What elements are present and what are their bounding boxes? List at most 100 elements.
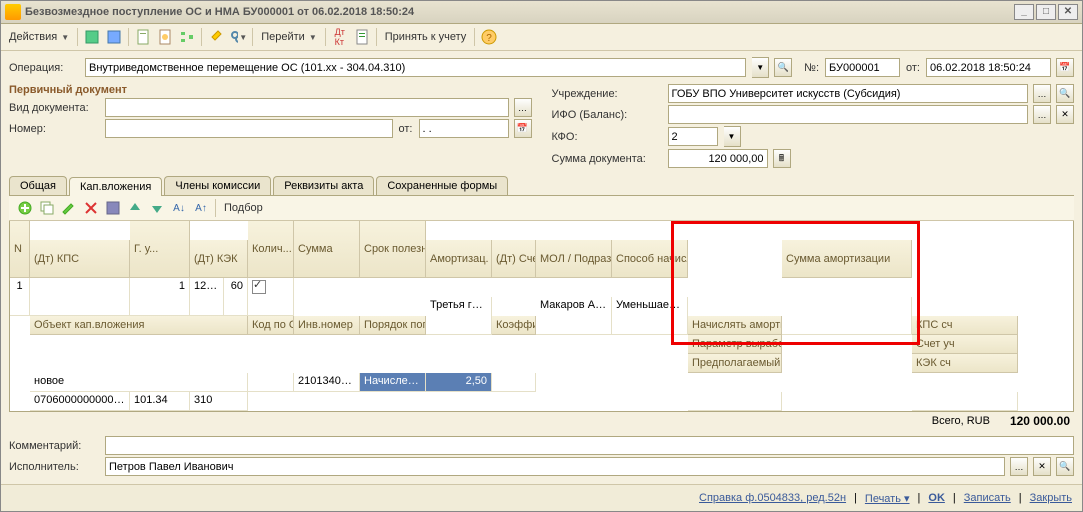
ifo-input[interactable] <box>668 105 1029 124</box>
cell-srok[interactable]: 60 <box>224 278 248 316</box>
post-icon[interactable] <box>82 27 102 47</box>
cell-mol[interactable]: Макаров А. Г. - Склад <box>536 297 612 335</box>
col-obj[interactable]: Объект кап.вложения <box>30 316 248 335</box>
goto-menu[interactable]: Перейти ▼ <box>257 31 321 43</box>
cell-kpssch[interactable] <box>492 373 536 392</box>
col-amgrp[interactable]: Амортизац. группа <box>426 240 492 278</box>
date-picker-icon[interactable]: 📅 <box>1056 58 1074 77</box>
minimize-button[interactable]: _ <box>1014 4 1034 20</box>
kfo-input[interactable]: 2 <box>668 127 718 146</box>
copy-row-icon[interactable] <box>37 198 57 218</box>
dtkt-icon[interactable]: ДтКт <box>330 27 350 47</box>
docsum-calc-icon[interactable]: 🖩 <box>773 149 791 168</box>
col-koef[interactable]: Коэффициент ускорения <box>492 316 536 335</box>
accept-button[interactable]: Принять к учету <box>381 31 471 43</box>
cell-sumam[interactable] <box>782 297 912 335</box>
date-input[interactable]: 06.02.2018 18:50:24 <box>926 58 1051 77</box>
performer-select-icon[interactable]: … <box>1010 457 1028 476</box>
doc2-icon[interactable] <box>155 27 175 47</box>
col-mol[interactable]: МОЛ / Подразделе... <box>536 240 612 278</box>
cell-kol[interactable]: 1 <box>130 278 190 316</box>
cell-nachisl[interactable] <box>248 278 294 316</box>
cell-kps[interactable]: 07060000000000... <box>30 392 130 411</box>
cell-sum[interactable]: 120 000,00 <box>190 278 224 316</box>
cell-sposob[interactable]: Уменьшаемого остатка <box>612 297 688 335</box>
maximize-button[interactable]: □ <box>1036 4 1056 20</box>
performer-search-icon[interactable]: 🔍 <box>1056 457 1074 476</box>
cell-okof[interactable] <box>248 373 294 392</box>
cell-obj[interactable]: новое <box>30 373 248 392</box>
col-poryadok[interactable]: Порядок погаше... <box>360 316 426 335</box>
ok-button[interactable]: OK <box>928 492 945 504</box>
col-param[interactable]: Параметр выработки <box>688 335 782 354</box>
delete-row-icon[interactable] <box>81 198 101 218</box>
close-button[interactable]: ✕ <box>1058 4 1078 20</box>
actions-menu[interactable]: Действия ▼ <box>5 31 73 43</box>
doc-number-input[interactable] <box>105 119 393 138</box>
sort-asc-icon[interactable]: А↓ <box>169 198 189 218</box>
col-okof[interactable]: Код по ОК... <box>248 316 294 335</box>
cell-amgrp[interactable]: Третья группа ... <box>426 297 492 335</box>
operation-dropdown-icon[interactable]: ▼ <box>752 57 769 78</box>
grid[interactable]: N Объект кап.вложения Г. у... Колич... С… <box>9 221 1074 412</box>
attach-icon[interactable] <box>206 27 226 47</box>
cell-param[interactable] <box>688 392 782 411</box>
report-icon[interactable] <box>352 27 372 47</box>
performer-clear-icon[interactable]: ✕ <box>1033 457 1051 476</box>
doc-date-picker-icon[interactable]: 📅 <box>514 119 532 138</box>
doc-type-input[interactable] <box>105 98 509 117</box>
ifo-clear-icon[interactable]: ✕ <box>1056 105 1074 124</box>
cell-koef[interactable]: 2,50 <box>426 373 492 392</box>
add-row-icon[interactable] <box>15 198 35 218</box>
podbor-button[interactable]: Подбор <box>220 202 267 214</box>
move-down-icon[interactable] <box>147 198 167 218</box>
cell-poryadok[interactable]: Начисление ам... <box>360 373 426 392</box>
cell-kek[interactable]: 310 <box>190 392 248 411</box>
col-kolich[interactable]: Колич... <box>248 221 294 278</box>
tree-icon[interactable] <box>177 27 197 47</box>
reference-link[interactable]: Справка ф.0504833, ред.52н <box>699 492 846 504</box>
col-dtkek[interactable]: (Дт) КЭК <box>190 240 248 278</box>
col-kpssch[interactable]: КПС сч <box>912 316 1018 335</box>
col-srok[interactable]: Срок полезн. исполь... <box>360 221 426 278</box>
kfo-dropdown-icon[interactable]: ▼ <box>724 126 741 147</box>
docsum-input[interactable]: 120 000,00 <box>668 149 768 168</box>
doc1-icon[interactable] <box>133 27 153 47</box>
save-icon[interactable] <box>104 27 124 47</box>
number-input[interactable]: БУ000001 <box>825 58 900 77</box>
tab-capital[interactable]: Кап.вложения <box>69 177 162 196</box>
cell-sch[interactable]: 101.34 <box>130 392 190 411</box>
col-n[interactable]: N <box>10 221 30 278</box>
performer-input[interactable]: Петров Павел Иванович <box>105 457 1005 476</box>
col-keksch[interactable]: КЭК сч <box>912 354 1018 373</box>
col-nachisl[interactable]: Начислять аморти... <box>688 316 782 335</box>
cell-predp[interactable] <box>688 411 782 412</box>
tab-act[interactable]: Реквизиты акта <box>273 176 374 195</box>
col-predp[interactable]: Предполагаемый объем... <box>688 354 782 373</box>
move-up-icon[interactable] <box>125 198 145 218</box>
col-dtsch[interactable]: (Дт) Счет <box>492 240 536 278</box>
comment-input[interactable] <box>105 436 1074 455</box>
save-grid-icon[interactable] <box>103 198 123 218</box>
col-dtkps[interactable]: (Дт) КПС <box>30 240 130 278</box>
help-icon[interactable]: ? <box>479 27 499 47</box>
cell-n[interactable]: 1 <box>10 278 30 316</box>
tab-forms[interactable]: Сохраненные формы <box>376 176 508 195</box>
col-sposob[interactable]: Способ начисления ... <box>612 240 688 278</box>
tab-general[interactable]: Общая <box>9 176 67 195</box>
col-inv[interactable]: Инв.номер <box>294 316 360 335</box>
close-link[interactable]: Закрыть <box>1030 492 1072 504</box>
institution-select-icon[interactable]: … <box>1033 84 1051 103</box>
cell-inv[interactable]: 2101340300... <box>294 373 360 392</box>
col-schuch[interactable]: Счет уч <box>912 335 1018 354</box>
print-link[interactable]: Печать ▾ <box>865 492 910 505</box>
col-gu[interactable]: Г. у... <box>130 221 190 278</box>
institution-input[interactable]: ГОБУ ВПО Университет искусств (Субсидия) <box>668 84 1029 103</box>
edit-row-icon[interactable] <box>59 198 79 218</box>
cell-keksch[interactable] <box>912 411 1018 412</box>
ifo-select-icon[interactable]: … <box>1033 105 1051 124</box>
doc-date-input[interactable]: . . <box>419 119 509 138</box>
operation-combo[interactable]: Внутриведомственное перемещение ОС (101.… <box>85 58 746 77</box>
save-button[interactable]: Записать <box>964 492 1011 504</box>
cell-schuch[interactable] <box>912 392 1018 411</box>
